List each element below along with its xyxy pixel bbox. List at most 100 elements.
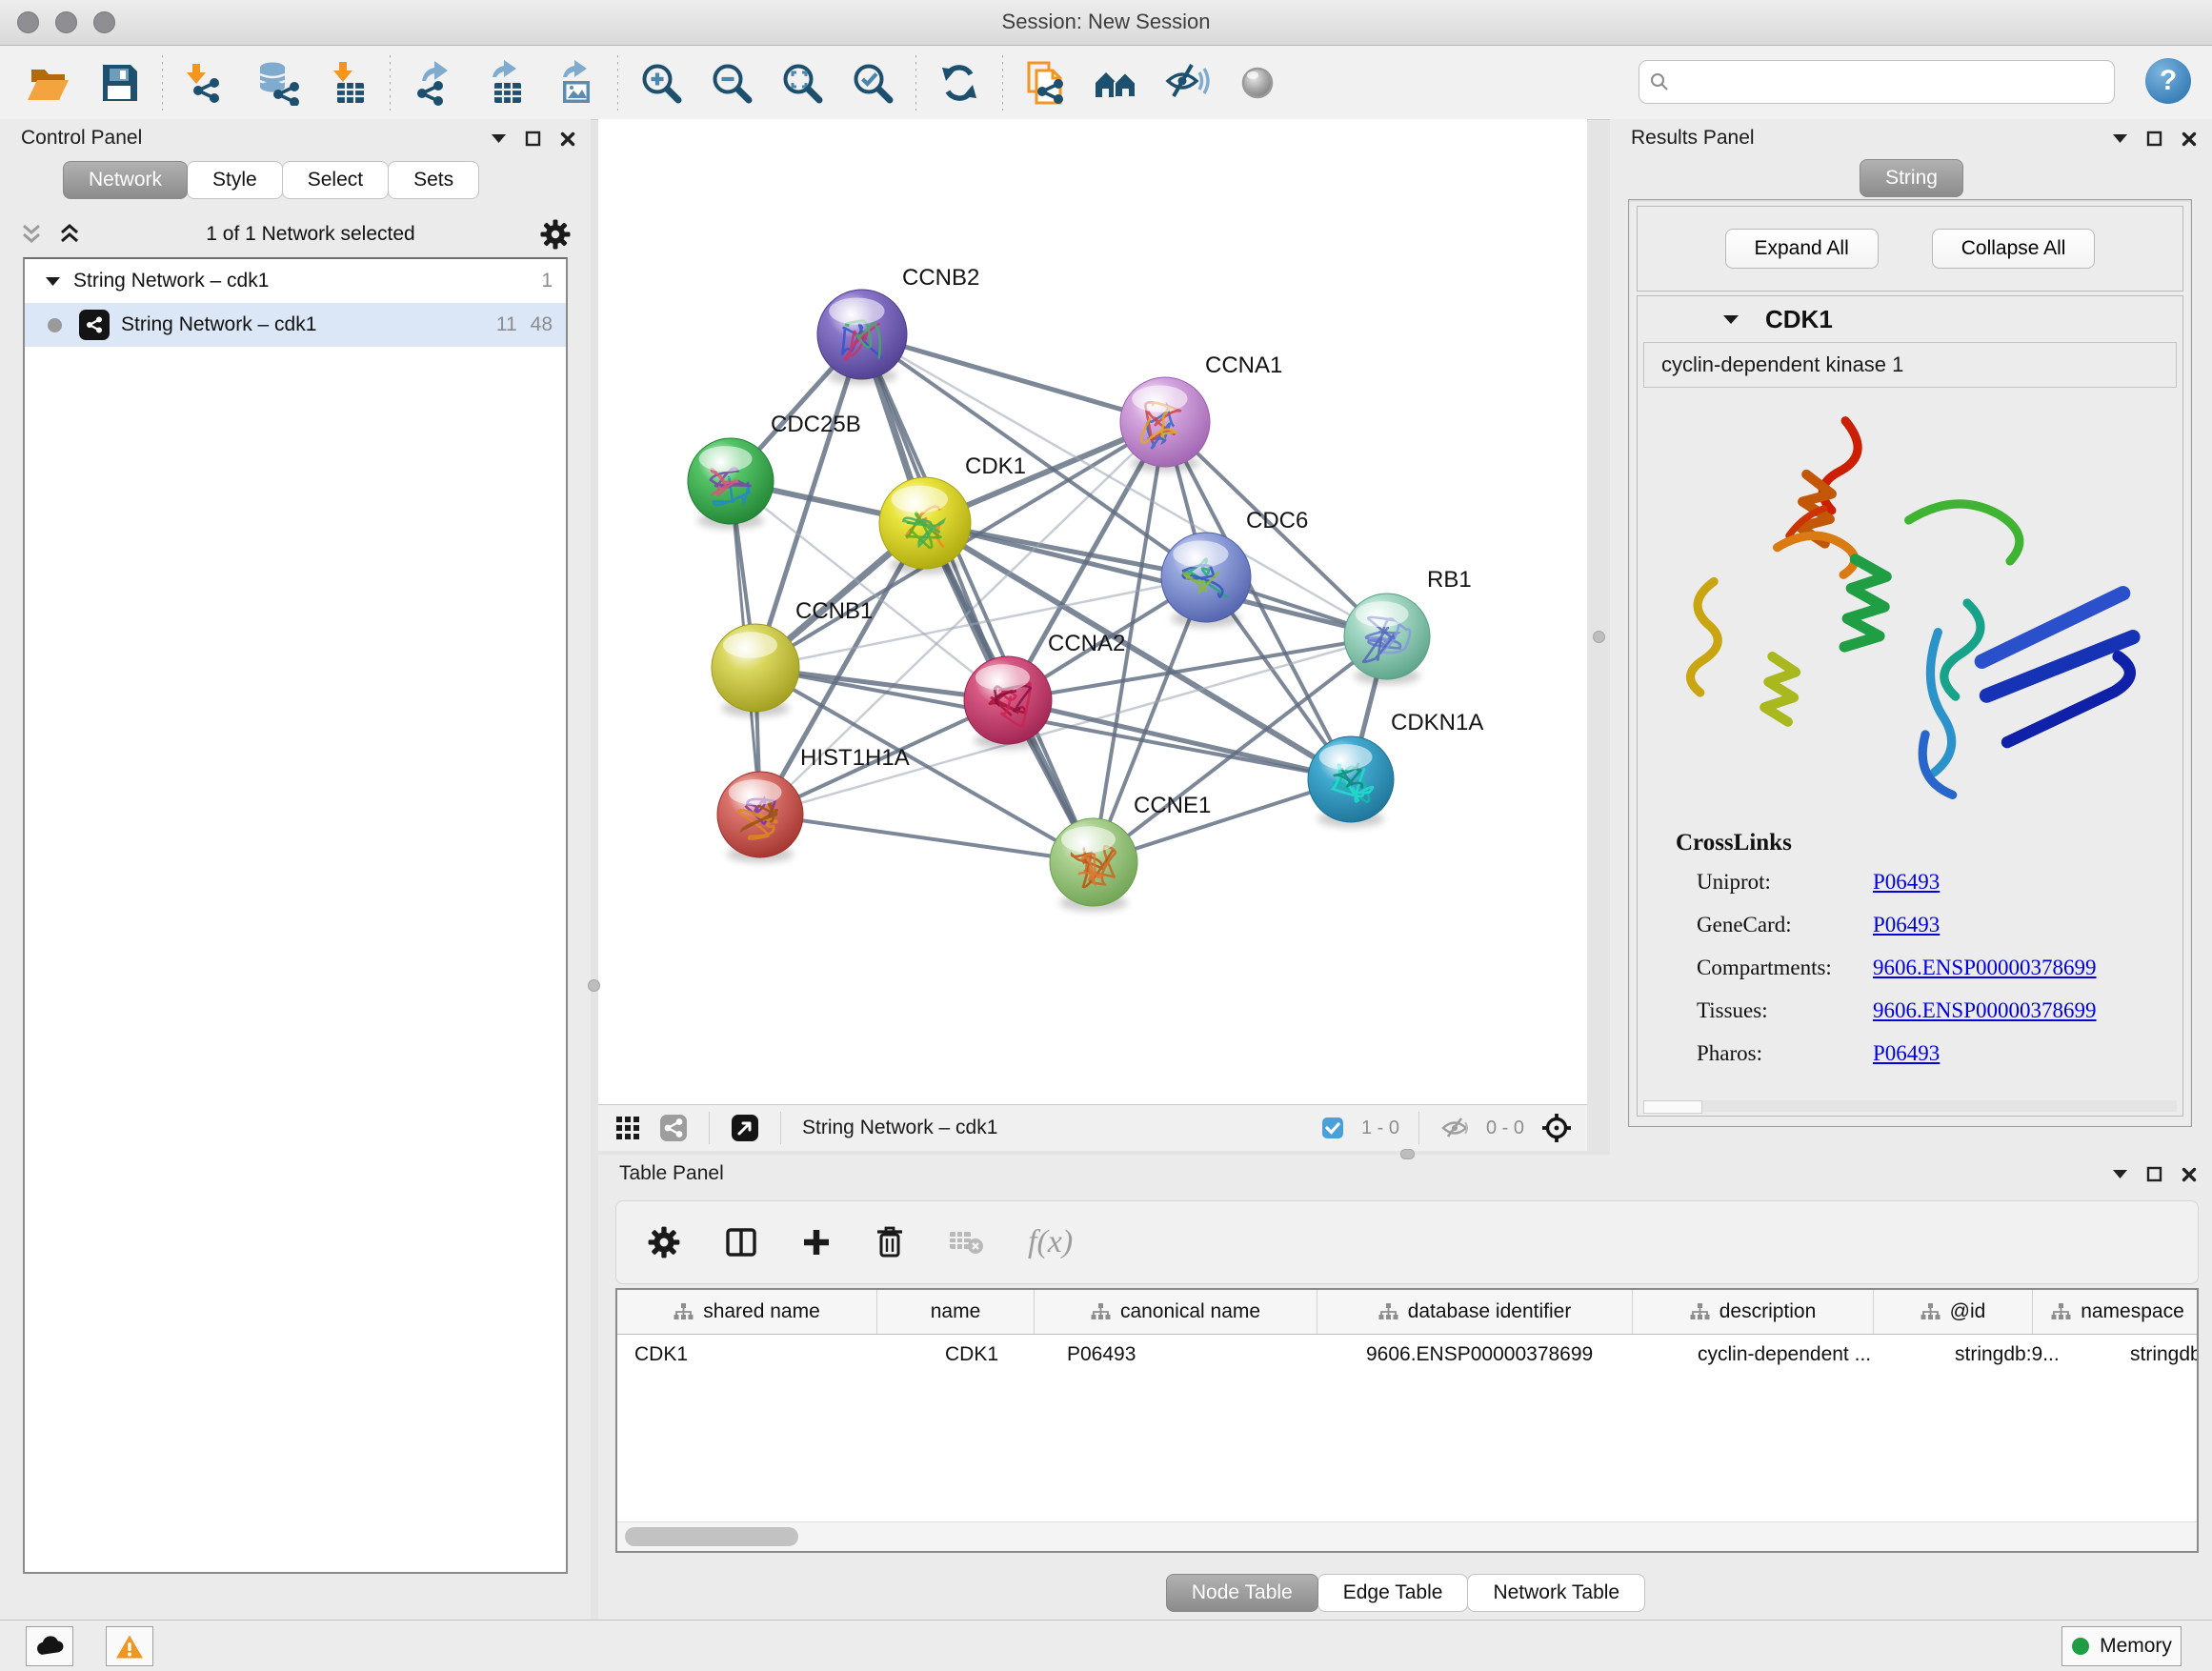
results-panel-menu-button[interactable] (2111, 132, 2129, 146)
table-panel-float-button[interactable] (2144, 1164, 2164, 1184)
column-header-canonical-name[interactable]: canonical name (1035, 1290, 1317, 1334)
search-field[interactable] (1639, 60, 2115, 104)
table-row[interactable]: CDK1CDK1P064939606.ENSP00000378699cyclin… (617, 1335, 2197, 1375)
right-splitter-handle[interactable] (1593, 631, 1605, 643)
memory-button[interactable]: Memory (2061, 1626, 2182, 1666)
collection-expand-arrow-icon[interactable] (46, 276, 60, 287)
network-options-gear-icon[interactable] (537, 216, 573, 252)
import-table-icon[interactable] (317, 53, 376, 112)
column-header-shared-name[interactable]: shared name (617, 1290, 877, 1334)
network-node-CCNE1[interactable] (1050, 818, 1137, 912)
left-splitter-handle[interactable] (588, 979, 600, 992)
tab-style[interactable]: Style (187, 161, 283, 199)
zoom-fit-icon[interactable] (773, 53, 832, 112)
tab-edge-table[interactable]: Edge Table (1317, 1574, 1469, 1612)
add-column-icon[interactable] (795, 1221, 837, 1263)
crosslink-link[interactable]: P06493 (1873, 1041, 1940, 1066)
results-panel-float-button[interactable] (2144, 129, 2164, 149)
tab-network[interactable]: Network (63, 161, 188, 199)
import-network-database-icon[interactable] (247, 53, 306, 112)
column-header-database-identifier[interactable]: database identifier (1317, 1290, 1633, 1334)
table-hscrollbar[interactable] (617, 1521, 2197, 1551)
table-cell[interactable]: P06493 (1050, 1335, 1349, 1375)
inactive-eye-icon[interactable] (1228, 53, 1287, 112)
tab-node-table[interactable]: Node Table (1166, 1574, 1318, 1612)
automation-cloud-icon[interactable] (26, 1626, 73, 1666)
node-collapse-arrow-icon[interactable] (1723, 314, 1739, 325)
network-edge-hist1h1a-ccne1[interactable] (760, 815, 1094, 862)
hide-panel-eye-icon[interactable] (1157, 53, 1217, 112)
apply-layout-icon[interactable] (930, 53, 989, 112)
table-cell[interactable]: 9606.ENSP00000378699 (1349, 1335, 1680, 1375)
control-panel-close-button[interactable] (558, 130, 577, 149)
export-table-icon[interactable] (474, 53, 533, 112)
fit-selected-crosshair-icon[interactable] (1538, 1109, 1576, 1147)
birds-eye-view-icon[interactable] (727, 1110, 763, 1146)
column-header--id[interactable]: @id (1874, 1290, 2033, 1334)
expand-all-networks-icon[interactable] (55, 221, 84, 248)
table-settings-gear-icon[interactable] (641, 1219, 687, 1265)
table-cell[interactable]: stringdb:9... (1938, 1335, 2113, 1375)
network-share-view-icon[interactable] (655, 1110, 692, 1146)
table-panel-menu-button[interactable] (2111, 1168, 2129, 1181)
network-edge-ccna1-ccnb2[interactable] (862, 334, 1165, 422)
collapse-all-button[interactable]: Collapse All (1932, 229, 2096, 269)
zoom-selected-icon[interactable] (843, 53, 902, 112)
string-home-icon[interactable] (1087, 53, 1146, 112)
table-panel-close-button[interactable] (2180, 1165, 2199, 1184)
network-canvas[interactable]: CCNB2CCNA1CDC25BCDK1CDC6RB1CCNB1CCNA2CDK… (598, 119, 1587, 1105)
table-cell[interactable]: cyclin-dependent ... (1680, 1335, 1938, 1375)
crosslink-link[interactable]: P06493 (1873, 913, 1940, 937)
results-panel-close-button[interactable] (2180, 130, 2199, 149)
table-cell[interactable]: CDK1 (894, 1335, 1050, 1375)
selected-nodes-checkbox-icon[interactable] (1317, 1113, 1348, 1143)
tab-select[interactable]: Select (282, 161, 389, 199)
show-grid-icon[interactable] (612, 1112, 644, 1144)
crosslink-link[interactable]: 9606.ENSP00000378699 (1873, 956, 2097, 980)
control-panel-menu-button[interactable] (490, 132, 508, 146)
import-network-file-icon[interactable] (176, 53, 235, 112)
network-node-CDC6[interactable] (1161, 533, 1251, 628)
function-builder-icon[interactable]: f(x) (1022, 1218, 1078, 1266)
column-header-name[interactable]: name (877, 1290, 1035, 1334)
network-node-RB1[interactable] (1344, 594, 1430, 684)
delete-column-trash-icon[interactable] (870, 1220, 910, 1264)
help-button[interactable]: ? (2145, 58, 2191, 104)
column-header-description[interactable]: description (1633, 1290, 1874, 1334)
crosslink-link[interactable]: 9606.ENSP00000378699 (1873, 998, 2097, 1023)
tab-sets[interactable]: Sets (388, 161, 479, 199)
table-cell[interactable]: CDK1 (617, 1335, 894, 1375)
search-input[interactable] (1679, 70, 2114, 94)
open-session-icon[interactable] (19, 53, 78, 112)
tab-string[interactable]: String (1860, 159, 1963, 197)
zoom-out-icon[interactable] (702, 53, 761, 112)
network-node-CDKN1A[interactable] (1308, 736, 1394, 827)
expand-all-button[interactable]: Expand All (1725, 229, 1879, 269)
save-session-icon[interactable] (90, 53, 149, 112)
crosslink-link[interactable]: P06493 (1873, 870, 1940, 895)
bottom-splitter-handle[interactable] (1400, 1149, 1415, 1159)
export-network-icon[interactable] (404, 53, 463, 112)
network-edge-ccna2-cdkn1a[interactable] (1008, 700, 1351, 779)
hidden-elements-eye-icon[interactable] (1437, 1113, 1473, 1143)
table-cell[interactable]: stringdb (2113, 1335, 2199, 1375)
control-panel-float-button[interactable] (523, 129, 543, 149)
network-collection-row[interactable]: String Network – cdk1 1 (25, 259, 566, 303)
tab-network-table[interactable]: Network Table (1467, 1574, 1645, 1612)
network-node-CCNA1[interactable] (1120, 377, 1210, 473)
collapse-all-networks-icon[interactable] (17, 221, 46, 248)
warnings-icon[interactable] (106, 1626, 153, 1666)
show-columns-icon[interactable] (719, 1221, 763, 1263)
export-image-icon[interactable] (545, 53, 604, 112)
network-node-CDK1[interactable] (879, 477, 971, 574)
zoom-in-icon[interactable] (632, 53, 691, 112)
network-node-CCNB1[interactable] (712, 624, 799, 717)
network-node-CDC25B[interactable] (688, 438, 774, 529)
node-details-header[interactable]: CDK1 (1638, 296, 2182, 342)
network-node-HIST1H1A[interactable] (717, 772, 803, 862)
results-hscrollbar[interactable] (1643, 1100, 2177, 1112)
column-header-namespace[interactable]: namespace (2033, 1290, 2199, 1334)
clone-network-icon[interactable] (1016, 53, 1076, 112)
network-edge-ccnb2-ccne1[interactable] (862, 334, 1094, 862)
delete-table-icon[interactable] (942, 1222, 990, 1262)
